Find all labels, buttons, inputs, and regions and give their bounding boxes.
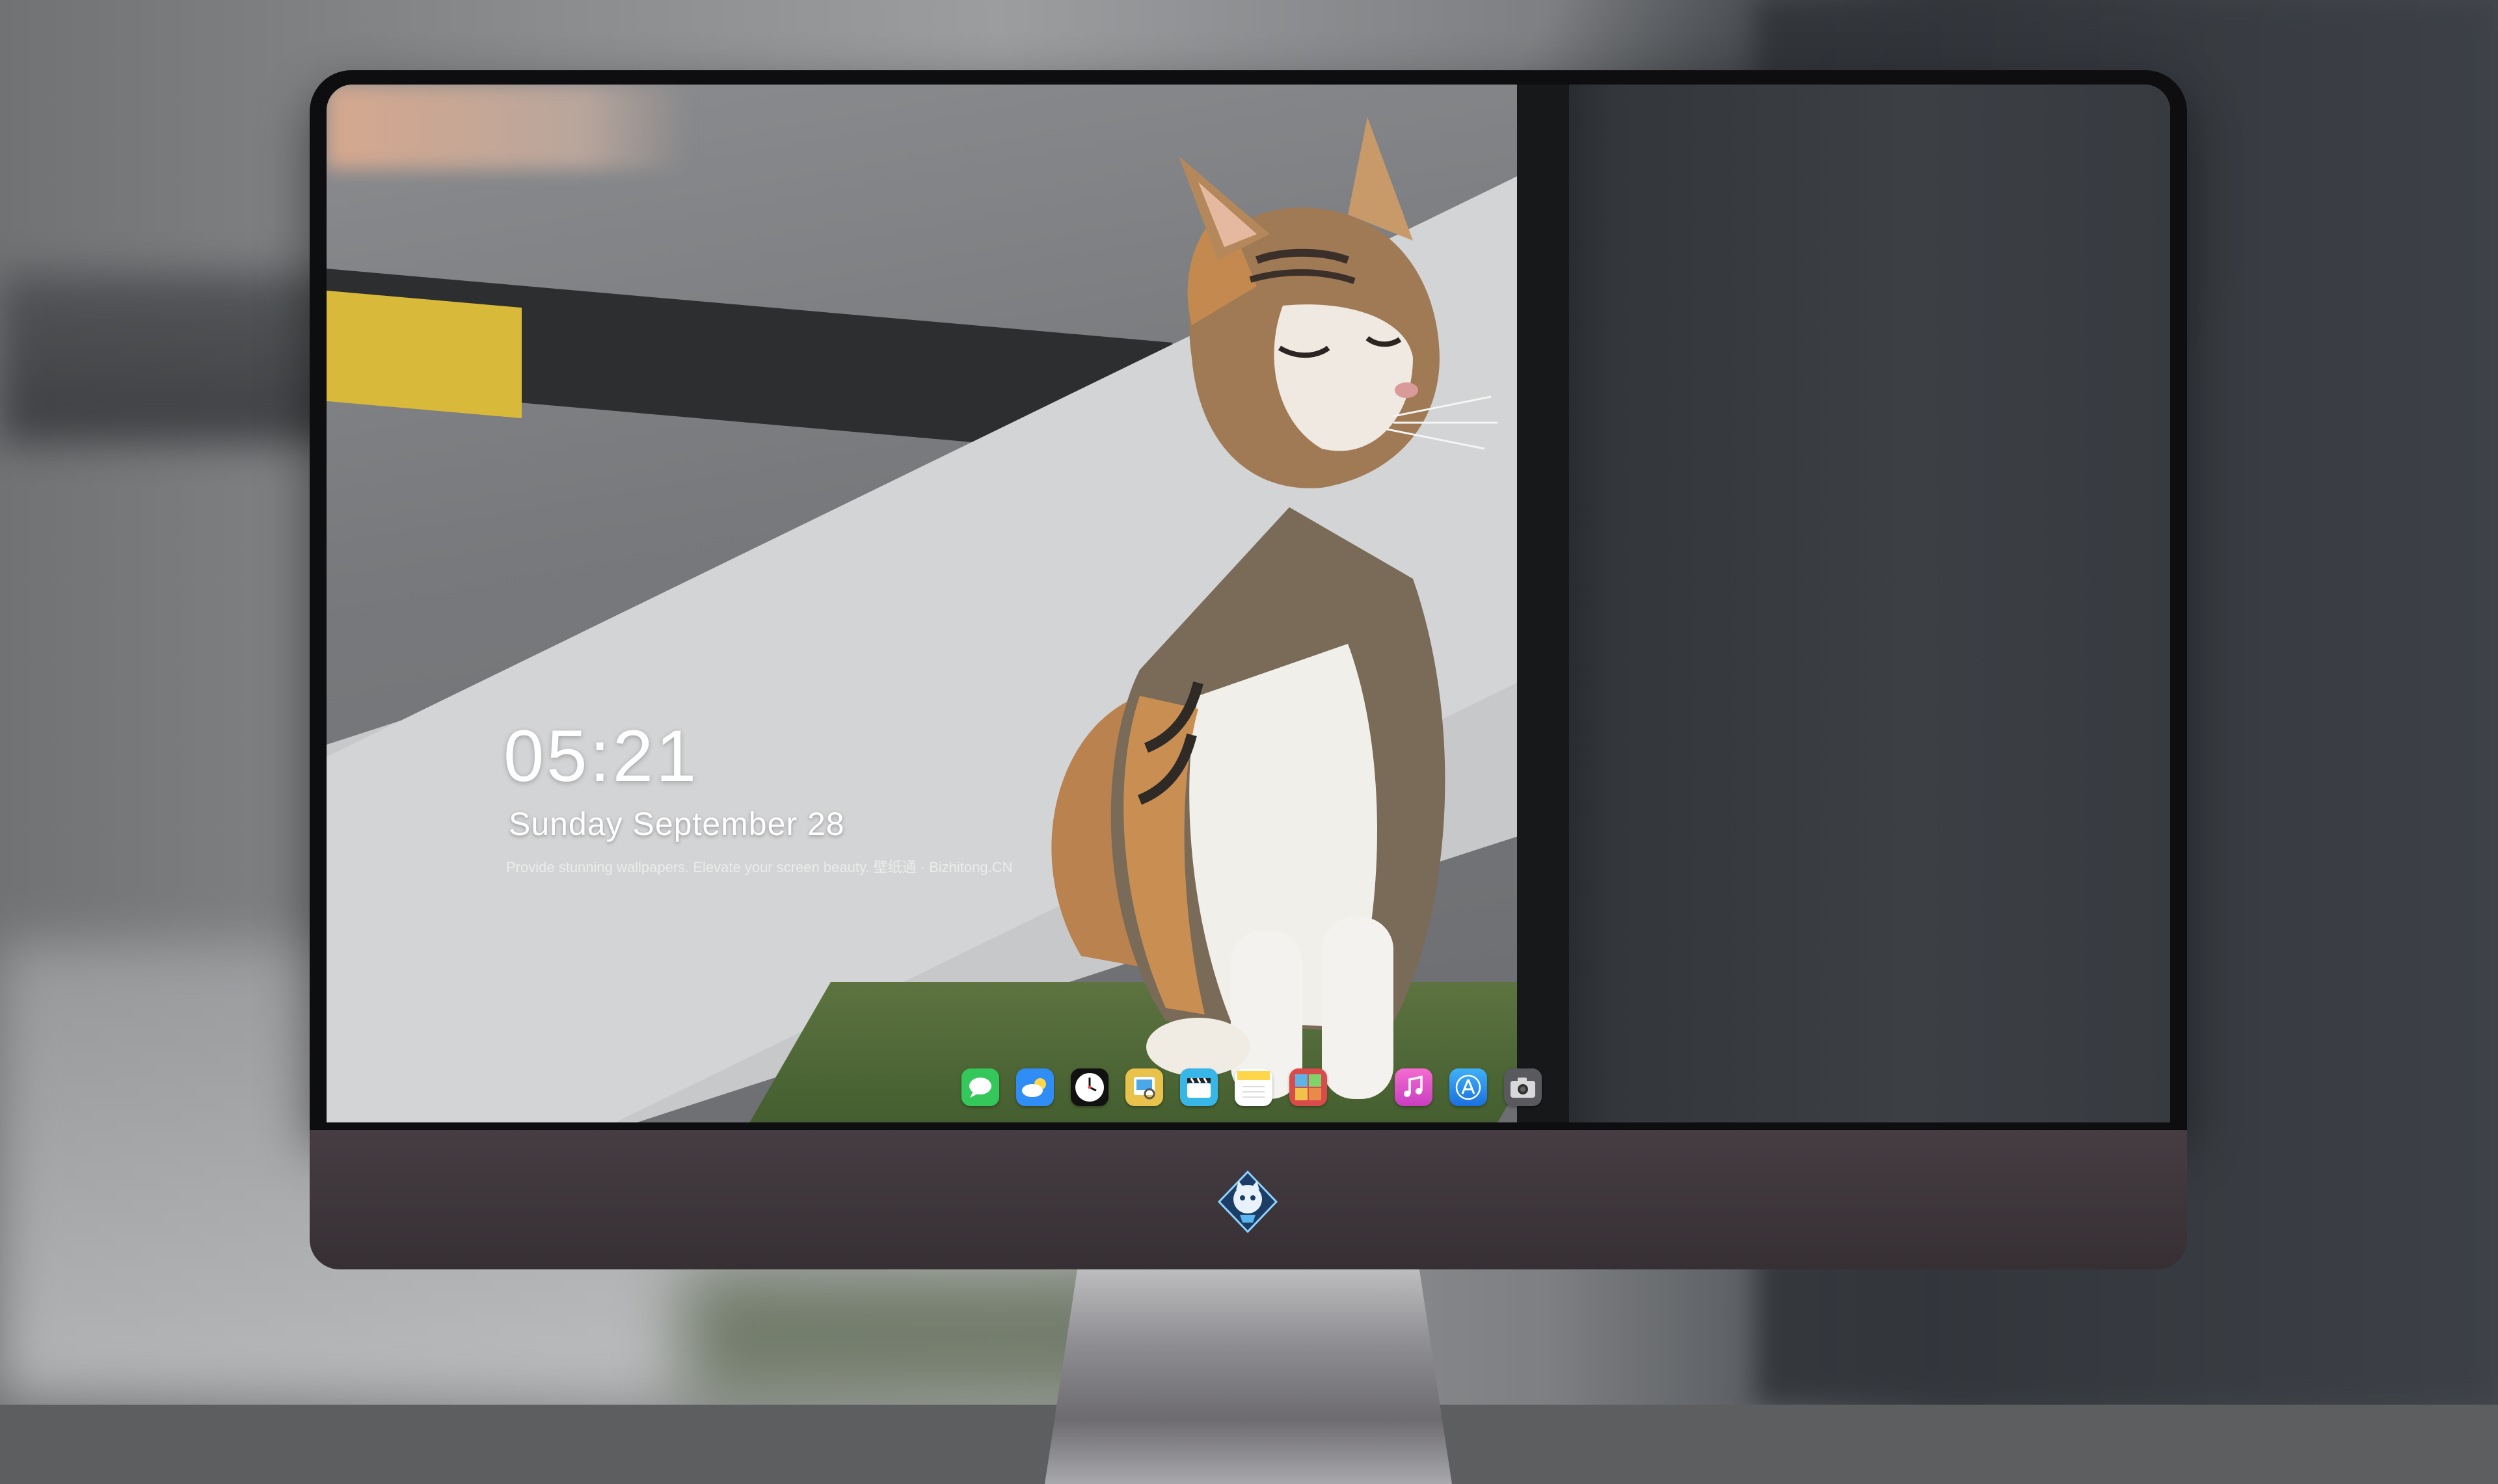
lock-screen-time: 05:21 — [504, 715, 699, 797]
messages-icon[interactable] — [961, 1068, 999, 1106]
wallpaper-tagline: Provide stunning wallpapers. Elevate you… — [506, 859, 1013, 875]
cat-illustration — [1051, 117, 1497, 1099]
wallpaper-board — [1517, 85, 2170, 1122]
appstore-icon[interactable] — [1449, 1068, 1487, 1106]
wallpaper-highlight — [327, 85, 691, 169]
clock-icon[interactable] — [1071, 1068, 1108, 1106]
notes-icon[interactable] — [1235, 1068, 1272, 1106]
clips-icon[interactable] — [1180, 1068, 1218, 1106]
monitor-stand — [1045, 1269, 1452, 1484]
monitor: 05:21 Sunday September 28 Provide stunni… — [310, 70, 2187, 1484]
preview-icon[interactable] — [1125, 1068, 1163, 1106]
photobooth-icon[interactable] — [1289, 1068, 1327, 1106]
wallpaper-bump-stripe — [327, 290, 522, 419]
dock — [961, 1061, 1542, 1113]
camera-icon[interactable] — [1504, 1068, 1542, 1106]
lock-screen[interactable]: 05:21 Sunday September 28 Provide stunni… — [327, 85, 2170, 1122]
weather-icon[interactable] — [1016, 1068, 1054, 1106]
lock-screen-date: Sunday September 28 — [509, 806, 845, 842]
music-icon[interactable] — [1395, 1068, 1432, 1106]
mascot-logo-icon — [1217, 1170, 1278, 1234]
